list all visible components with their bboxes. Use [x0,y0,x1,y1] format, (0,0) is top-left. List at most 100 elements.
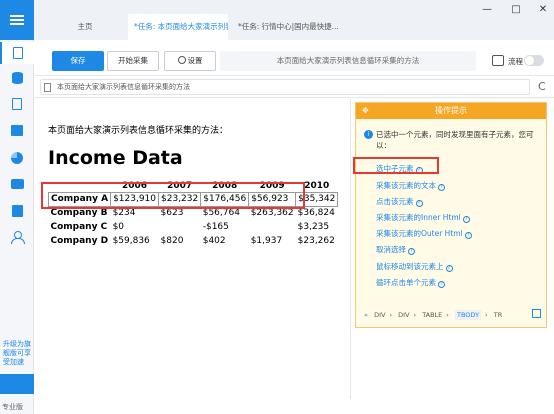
sidebar-item-task[interactable] [0,42,34,64]
breadcrumb-item[interactable]: DIV [374,311,385,319]
flow-icon [492,55,504,66]
option-label: 循环点击单个元素 [376,278,436,287]
chevron-left-icon[interactable]: « [364,311,368,319]
tab-task-market[interactable]: *任务: 行情中心|国内最快捷... [232,14,338,40]
toolbar: 保存 开始采集 设置 本页面给大家演示列表信息循环采集的方法 流程 [34,40,554,76]
settings-label: 设置 [187,56,203,65]
sidebar-item-store[interactable] [9,122,25,138]
element-path-breadcrumb: « DIV › DIV › TABLE › TBODY › TR [364,310,506,320]
breadcrumb-item-active[interactable]: TBODY [454,310,482,320]
message-icon [10,179,24,189]
breadcrumb-item[interactable]: TABLE [422,311,442,319]
title-bar: 主页 *任务: 本页面给大家演示列表... *任务: 行情中心|国内最快捷...… [34,0,554,40]
option-label: 采集该元素的Outer Html [376,229,463,238]
option-highlight [353,157,439,174]
close-button[interactable]: ✕ [536,4,550,16]
table-cell[interactable]: $402 [201,234,249,248]
option-label: 采集该元素的文本 [376,181,436,190]
gear-icon [177,56,186,64]
table-cell[interactable]: $0 [111,220,159,234]
table-cell[interactable] [249,220,296,234]
refresh-icon[interactable]: C [538,80,546,93]
app-window: 升级为旗舰版可享受加速 专业版 主页 *任务: 本页面给大家演示列表... *任… [0,0,554,414]
divider [350,99,351,399]
option-click-element[interactable]: 点击该元素? [376,196,423,207]
option-collect-inner-html[interactable]: 采集该元素的Inner Html? [376,212,470,223]
option-label: 采集该元素的Inner Html [376,213,461,222]
sidebar-item-messages[interactable] [9,176,25,192]
chevron-right-icon: › [389,311,393,319]
chevron-right-icon: › [413,311,417,319]
help-icon[interactable]: ? [408,248,415,255]
web-content: 本页面给大家演示列表信息循环采集的方法： Income Data 2006 20… [34,99,350,399]
pie-chart-icon [11,152,23,164]
settings-button[interactable]: 设置 [164,51,216,71]
book-icon [11,205,23,217]
url-bar: 本页面给大家演示列表信息循环采集的方法 C [34,76,554,98]
start-collect-button[interactable]: 开始采集 [107,51,159,71]
save-button[interactable]: 保存 [52,51,104,71]
help-icon[interactable]: ? [445,265,453,272]
external-link-icon[interactable] [532,309,541,318]
database-icon [11,72,23,84]
option-hover-element[interactable]: 鼠标移动到该元素上? [376,261,453,272]
document-icon [13,47,23,59]
sidebar-item-account[interactable] [9,229,25,245]
minimize-button[interactable]: — [480,4,494,16]
sidebar-item-list[interactable] [9,96,25,112]
table-cell[interactable]: $59,836 [111,234,159,248]
table-cell[interactable]: $1,937 [249,234,296,248]
option-loop-click[interactable]: 循环点击单个元素? [376,277,445,288]
breadcrumb-item[interactable]: TR [494,311,503,319]
list-icon [12,98,22,110]
table-row[interactable]: Company C $0 -$165 $3,235 [49,220,338,234]
page-heading: Income Data [48,147,183,169]
help-icon[interactable]: ? [462,216,470,223]
left-sidebar: 升级为旗舰版可享受加速 专业版 [0,0,34,414]
table-cell[interactable]: $3,235 [296,220,338,234]
panel-header[interactable]: ✥ 操作提示 [356,103,546,119]
maximize-button[interactable]: □ [509,4,523,16]
option-collect-text[interactable]: 采集该元素的文本? [376,180,445,191]
table-row[interactable]: Company D $59,836 $820 $402 $1,937 $23,2… [49,234,338,248]
table-cell[interactable]: -$165 [201,220,249,234]
option-cancel-selection[interactable]: 取消选择? [376,244,415,255]
edition-label: 专业版 [2,403,23,411]
task-title-field[interactable]: 本页面给大家演示列表信息循环采集的方法 [220,51,476,71]
option-collect-outer-html[interactable]: 采集该元素的Outer Html? [376,228,472,239]
table-cell[interactable]: Company C [49,220,111,234]
sidebar-item-docs[interactable] [9,203,25,219]
table-cell[interactable]: Company D [49,234,111,248]
upgrade-link[interactable]: 升级为旗舰版可享受加速 [3,340,31,367]
chevron-right-icon: › [485,311,488,319]
option-label: 取消选择 [376,245,406,254]
sidebar-promo-block[interactable] [0,374,34,394]
drag-handle-icon[interactable]: ✥ [362,103,369,119]
panel-message: i 已选中一个元素，同时发现里面有子元素，您可以： [364,129,540,151]
option-label: 鼠标移动到该元素上 [376,262,444,271]
selected-row-highlight [41,182,305,209]
logo-icon [10,15,24,25]
help-icon[interactable]: ? [464,232,472,239]
info-icon: i [364,130,373,139]
sidebar-item-data[interactable] [9,70,25,86]
app-logo [0,0,34,40]
flow-label: 流程 [508,57,523,66]
breadcrumb-item[interactable]: DIV [398,311,409,319]
sidebar-item-stats[interactable] [9,150,25,166]
tab-label: *任务: 行情中心|国内最快捷... [238,22,338,31]
url-input[interactable]: 本页面给大家演示列表信息循环采集的方法 [40,79,530,95]
panel-message-text: 已选中一个元素，同时发现里面有子元素，您可以： [376,130,534,150]
tab-label: *任务: 本页面给大家演示列表... [134,22,228,31]
table-cell[interactable]: $820 [159,234,201,248]
tab-home[interactable]: 主页 [42,14,128,40]
flow-toggle[interactable] [524,55,544,66]
page-intro: 本页面给大家演示列表信息循环采集的方法： [48,126,229,136]
help-icon[interactable]: ? [438,281,445,288]
table-cell[interactable] [159,220,201,234]
table-cell[interactable]: $23,262 [296,234,338,248]
help-icon[interactable]: ? [415,200,423,207]
help-icon[interactable]: ? [438,184,445,191]
tab-task-list-demo[interactable]: *任务: 本页面给大家演示列表... [128,14,228,40]
option-label: 点击该元素 [376,197,414,206]
